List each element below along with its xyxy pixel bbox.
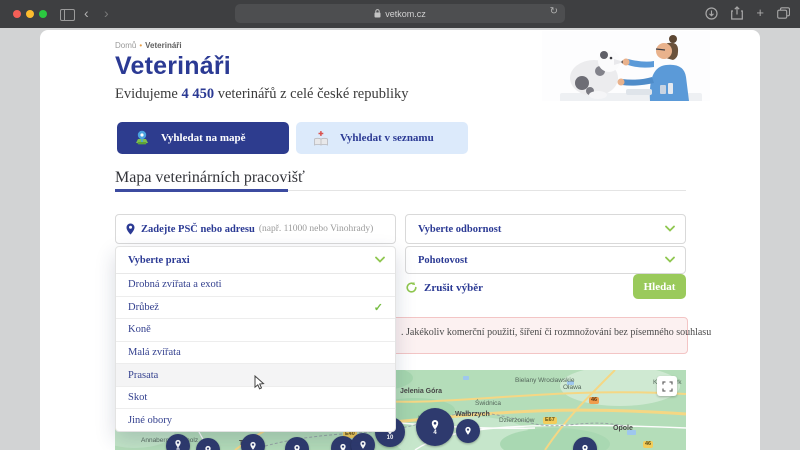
chevron-down-icon [375, 255, 385, 266]
practice-label: Vyberte praxi [128, 255, 190, 266]
practice-option-label: Drůbež [128, 302, 159, 313]
practice-option[interactable]: Drůbež ✓ [116, 296, 395, 319]
chevron-down-icon [665, 255, 675, 266]
practice-dropdown-panel: Vyberte praxi Drobná zvířata a exoti Drůb… [115, 246, 396, 432]
reload-icon[interactable]: ↻ [550, 6, 558, 17]
close-window-button[interactable] [13, 10, 21, 18]
tab-search-on-map[interactable]: Vyhledat na mapě [117, 122, 289, 154]
zoom-window-button[interactable] [39, 10, 47, 18]
breadcrumb: Domů•Veterináři [115, 41, 182, 50]
address-hint: (např. 11000 nebo Vinohrady) [259, 224, 373, 234]
map-place-label: Opole [613, 425, 633, 432]
map-place-label: Dzierżoniów [499, 417, 534, 424]
pin-count: 4 [433, 430, 436, 436]
reset-label: Zrušit výběr [424, 282, 483, 294]
practice-option-label: Drobná zvířata a exoti [128, 279, 222, 290]
fullscreen-icon [662, 381, 673, 392]
practice-option[interactable]: Malá zvířata [116, 341, 395, 364]
forward-button[interactable]: › [104, 3, 109, 23]
map-place-label: Świdnica [475, 400, 501, 407]
vet-count: 4 450 [181, 86, 214, 102]
practice-select[interactable]: Vyberte praxi [116, 247, 395, 274]
page-content: Domů•Veterináři Veterináři Evidujeme 4 4… [40, 30, 760, 450]
address-bar[interactable]: vetkom.cz ↻ [235, 4, 565, 23]
pin-count: 10 [387, 435, 394, 441]
pin-glyph-icon [248, 441, 258, 450]
practice-option-label: Jiné obory [128, 415, 172, 426]
practice-option[interactable]: Jiné obory [116, 408, 395, 431]
breadcrumb-home[interactable]: Domů [115, 41, 136, 50]
practice-options-list: Drobná zvířata a exoti Drůbež ✓ Koně Malá zv… [116, 274, 395, 431]
address-label: Zadejte PSČ nebo adresu [141, 224, 255, 235]
downloads-icon[interactable] [705, 7, 718, 20]
practice-option[interactable]: Drobná zvířata a exoti [116, 274, 395, 296]
pin-glyph-icon [358, 440, 368, 450]
check-icon: ✓ [374, 301, 383, 314]
emergency-select[interactable]: Pohotovost [405, 246, 686, 274]
section-active-underline [115, 189, 288, 192]
map-place-label: Wałbrzych [455, 411, 490, 418]
sidebar-toggle-icon[interactable] [60, 9, 75, 21]
practice-option-label: Skot [128, 392, 147, 403]
map-cluster-pin[interactable]: 4 [416, 408, 454, 446]
specialty-label: Vyberte odbornost [418, 224, 501, 235]
road-badge: E67 [543, 417, 557, 424]
pin-glyph-icon [580, 444, 590, 450]
subtitle-prefix: Evidujeme [115, 86, 181, 102]
tab-label: Vyhledat v seznamu [340, 132, 434, 144]
book-cross-icon [312, 130, 330, 147]
hero-image-vet-with-dog [542, 31, 710, 107]
practice-option-label: Koně [128, 324, 151, 335]
breadcrumb-separator: • [139, 41, 142, 50]
location-pin-icon [126, 223, 135, 235]
road-badge: 46 [589, 397, 599, 404]
search-button[interactable]: Hledat [633, 274, 686, 299]
refresh-icon [405, 281, 418, 294]
specialty-select[interactable]: Vyberte odbornost [405, 214, 686, 244]
map-place-label: Bielany Wrocławskie [515, 377, 574, 384]
subtitle: Evidujeme 4 450 veterinářů z celé české … [115, 86, 409, 103]
subtitle-suffix: veterinářů z celé české republiky [214, 86, 408, 102]
map-place-label: Oława [563, 384, 581, 391]
tab-label: Vyhledat na mapě [161, 132, 246, 144]
url-text: vetkom.cz [385, 9, 426, 19]
page-title: Veterináři [115, 52, 231, 81]
breadcrumb-current: Veterináři [145, 41, 181, 50]
pin-glyph-icon [292, 444, 302, 450]
copyright-text: . Jakékoliv komerční použití, šíření či … [401, 327, 711, 338]
pin-glyph-icon [463, 426, 473, 436]
map-place-label: Jelenia Góra [400, 388, 442, 395]
road-badge: 46 [643, 441, 653, 448]
chevron-down-icon [665, 224, 675, 235]
map-fullscreen-button[interactable] [657, 376, 677, 396]
mouse-cursor [252, 375, 266, 391]
map-cluster-pin[interactable] [456, 419, 480, 443]
practice-option[interactable]: Koně [116, 318, 395, 341]
practice-option-label: Prasata [128, 370, 158, 381]
tab-overview-icon[interactable] [777, 7, 790, 19]
address-input[interactable]: Zadejte PSČ nebo adresu (např. 11000 neb… [115, 214, 396, 244]
reset-selection-button[interactable]: Zrušit výběr [405, 281, 483, 294]
pin-glyph-icon [338, 443, 348, 450]
map-pin-stand-icon [133, 130, 151, 146]
emergency-label: Pohotovost [418, 255, 468, 266]
practice-option-label: Malá zvířata [128, 347, 181, 358]
browser-chrome: ‹ › vetkom.cz ↻ + [0, 0, 800, 28]
lock-icon [374, 9, 381, 18]
minimize-window-button[interactable] [26, 10, 34, 18]
share-icon[interactable] [731, 6, 743, 20]
map-cluster-pin[interactable] [351, 433, 375, 450]
new-tab-icon[interactable]: + [756, 6, 764, 20]
pin-glyph-icon [203, 445, 213, 450]
tab-search-in-list[interactable]: Vyhledat v seznamu [296, 122, 468, 154]
back-button[interactable]: ‹ [84, 3, 89, 23]
section-title: Mapa veterinárních pracovišť [115, 169, 305, 187]
